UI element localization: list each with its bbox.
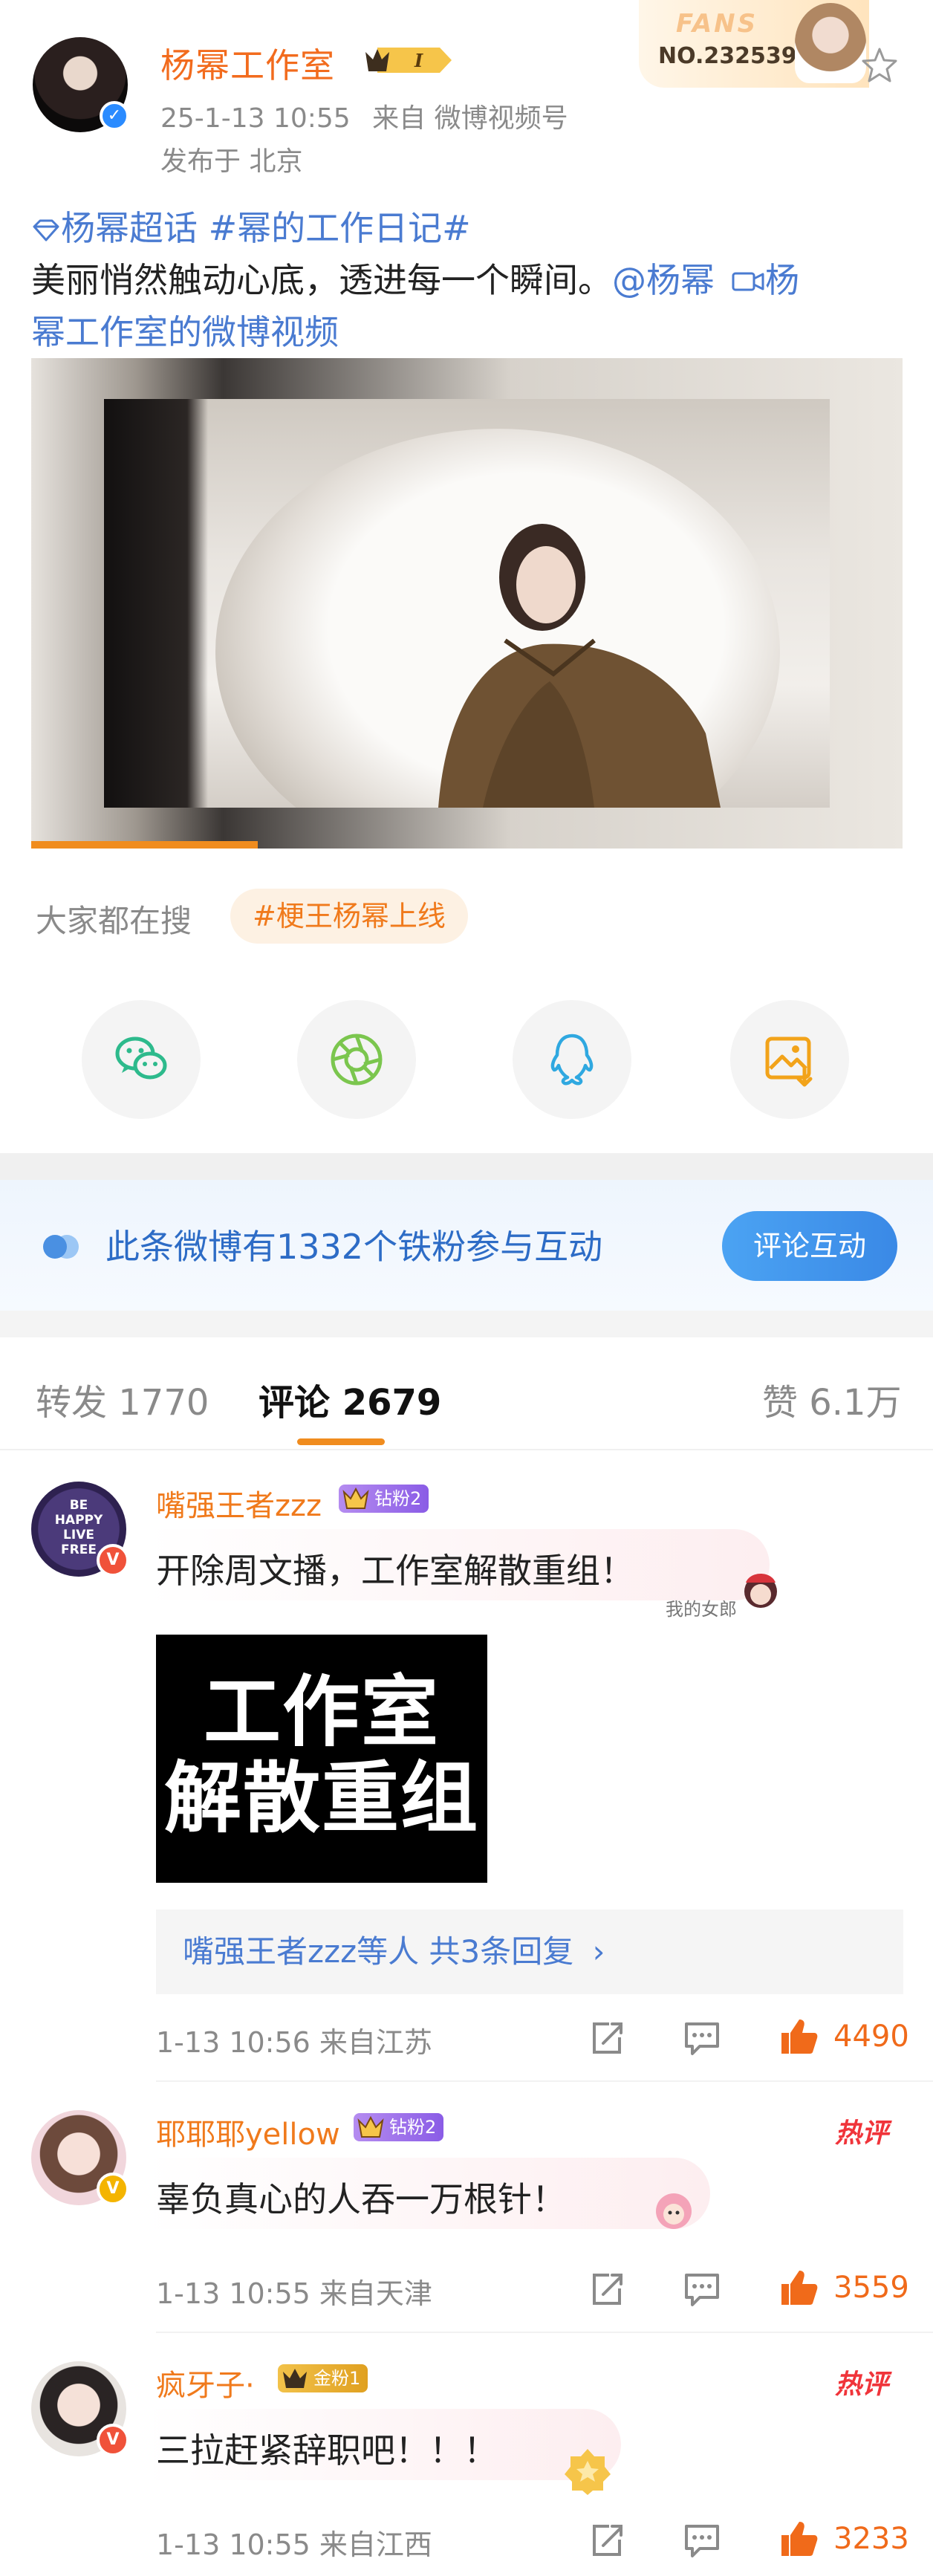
video-link-icon bbox=[732, 272, 764, 291]
comment-icon[interactable] bbox=[682, 2269, 722, 2309]
member-level-text: I bbox=[414, 50, 423, 71]
fan-interaction-text: 此条微博有1332个铁粉参与互动 bbox=[105, 1227, 603, 1267]
super-topic-link[interactable]: 杨幂超话 bbox=[61, 208, 198, 248]
post-time: 25-1-13 10:55 bbox=[160, 103, 351, 134]
comment-avatar[interactable]: V bbox=[31, 2361, 129, 2456]
fans-label: FANS bbox=[676, 9, 758, 39]
post-author-avatar[interactable]: ✓ bbox=[33, 37, 129, 132]
like-thumb-icon[interactable] bbox=[778, 2268, 819, 2308]
trending-search-tag[interactable]: #梗王杨幂上线 bbox=[230, 889, 468, 944]
fans-card[interactable]: FANS NO.232539 bbox=[639, 0, 869, 88]
section-divider bbox=[0, 1311, 933, 1337]
post-meta: 25-1-13 10:55 来自 微博视频号 bbox=[160, 97, 568, 135]
hashtag-link[interactable]: #幂的工作日记# bbox=[209, 208, 471, 248]
comment-divider bbox=[156, 2332, 933, 2333]
fans-number: NO.232539 bbox=[658, 43, 797, 69]
comment-meta: 1-13 10:55 来自江西 bbox=[156, 2528, 432, 2561]
fan-level-badge: 钻粉2 bbox=[354, 2113, 444, 2141]
mention-link[interactable]: @杨幂 bbox=[612, 260, 715, 300]
comment-meta: 1-13 10:56 来自江苏 bbox=[156, 2026, 432, 2059]
comment-interact-button[interactable]: 评论互动 bbox=[722, 1211, 897, 1281]
wechat-icon bbox=[115, 1036, 167, 1080]
like-count: 3559 bbox=[833, 2271, 909, 2305]
post-location: 发布于 北京 bbox=[160, 146, 303, 177]
replies-link[interactable]: 嘴强王者zzz等人 共3条回复 › bbox=[156, 1910, 903, 1994]
share-qq-button[interactable] bbox=[513, 1000, 631, 1119]
sticker-medal-icon bbox=[565, 2449, 611, 2495]
fan-badge-label: 钻粉2 bbox=[389, 2117, 437, 2138]
post-video[interactable] bbox=[31, 358, 903, 849]
hot-comment-tag: 热评 bbox=[835, 2118, 889, 2149]
comment-text: 开除周文播，工作室解散重组！ bbox=[156, 1551, 634, 1591]
video-frame bbox=[104, 399, 830, 808]
replies-text: 嘴强王者zzz等人 共3条回复 bbox=[183, 1933, 574, 1970]
comment-meta: 1-13 10:55 来自天津 bbox=[156, 2277, 432, 2310]
commenter-name[interactable]: 疯牙子· bbox=[156, 2361, 255, 2404]
comment-avatar[interactable]: BE HAPPY LIVE FREE V bbox=[31, 1482, 129, 1577]
comment-icon[interactable] bbox=[682, 2520, 722, 2560]
verified-badge-icon: V bbox=[97, 1544, 129, 1577]
active-tab-indicator bbox=[297, 1438, 385, 1445]
crown-icon bbox=[283, 2369, 307, 2388]
fan-interaction-icon bbox=[43, 1235, 79, 1259]
comment-text: 三拉赶紧辞职吧！！！ bbox=[156, 2430, 498, 2470]
sticker-character-icon bbox=[656, 2193, 692, 2229]
qq-icon bbox=[550, 1034, 594, 1086]
super-topic-diamond-icon bbox=[33, 219, 59, 241]
verified-badge-icon: V bbox=[97, 2424, 129, 2456]
fan-badge-label: 钻粉2 bbox=[374, 1488, 422, 1509]
verified-badge-icon: ✓ bbox=[100, 101, 129, 131]
tab-like[interactable]: 赞 6.1万 bbox=[762, 1373, 902, 1425]
post-source[interactable]: 来自 微博视频号 bbox=[372, 103, 568, 134]
like-count: 3233 bbox=[833, 2522, 909, 2556]
verified-badge-icon: V bbox=[97, 2173, 129, 2205]
comment-image-line1: 工作室 bbox=[203, 1667, 440, 1757]
fan-level-badge: 钻粉2 bbox=[339, 1485, 429, 1513]
video-link-part2[interactable]: 幂工作室的微博视频 bbox=[31, 312, 339, 352]
share-wechat-button[interactable] bbox=[82, 1000, 201, 1119]
commenter-name[interactable]: 耶耶耶yellow bbox=[156, 2110, 340, 2153]
bubble-sticker-label: 我的女郎 bbox=[666, 1599, 737, 1620]
comment-image[interactable]: 工作室 解散重组 bbox=[156, 1635, 487, 1883]
video-progress-bar bbox=[31, 841, 258, 849]
fan-level-badge: 金粉1 bbox=[278, 2364, 368, 2392]
member-level-badge-icon[interactable]: I bbox=[363, 43, 455, 77]
section-divider bbox=[0, 1153, 933, 1180]
repost-icon[interactable] bbox=[587, 2269, 627, 2309]
commenter-name[interactable]: 嘴强王者zzz bbox=[156, 1482, 322, 1525]
save-image-button[interactable] bbox=[730, 1000, 849, 1119]
post-body-text: 美丽悄然触动心底，透进每一个瞬间。 bbox=[31, 260, 612, 300]
like-thumb-icon[interactable] bbox=[778, 2519, 819, 2559]
hot-comment-tag: 热评 bbox=[835, 2369, 889, 2400]
tabs-divider bbox=[0, 1449, 933, 1450]
crown-icon bbox=[357, 2115, 384, 2138]
comment-icon[interactable] bbox=[682, 2018, 722, 2058]
comment-text: 辜负真心的人吞一万根针！ bbox=[156, 2179, 566, 2219]
chevron-right-icon: › bbox=[592, 1933, 605, 1970]
comment-divider bbox=[156, 2080, 933, 2082]
tab-comment[interactable]: 评论 2679 bbox=[259, 1373, 441, 1425]
trending-search-title: 大家都在搜 bbox=[36, 903, 192, 939]
video-subject-image bbox=[438, 524, 721, 808]
favorite-star-icon[interactable] bbox=[859, 45, 900, 86]
video-link-part1[interactable]: 杨 bbox=[765, 260, 799, 300]
post-text: 杨幂超话 #幂的工作日记# 美丽悄然触动心底，透进每一个瞬间。@杨幂 杨 幂工作… bbox=[31, 202, 908, 358]
post-author-name[interactable]: 杨幂工作室 bbox=[160, 39, 335, 88]
repost-icon[interactable] bbox=[587, 2018, 627, 2058]
share-moments-button[interactable] bbox=[297, 1000, 416, 1119]
like-thumb-icon[interactable] bbox=[778, 2017, 819, 2057]
comment-avatar[interactable]: V bbox=[31, 2110, 129, 2205]
fan-badge-label: 金粉1 bbox=[313, 2368, 361, 2389]
comment-image-line2: 解散重组 bbox=[163, 1753, 479, 1843]
repost-icon[interactable] bbox=[587, 2520, 627, 2560]
save-image-icon bbox=[765, 1036, 813, 1087]
moments-icon bbox=[331, 1034, 383, 1086]
like-count: 4490 bbox=[833, 2019, 909, 2054]
tab-repost[interactable]: 转发 1770 bbox=[36, 1373, 209, 1425]
fans-card-photo bbox=[795, 3, 866, 83]
sticker-girl-icon bbox=[744, 1574, 777, 1608]
crown-icon bbox=[342, 1487, 369, 1509]
